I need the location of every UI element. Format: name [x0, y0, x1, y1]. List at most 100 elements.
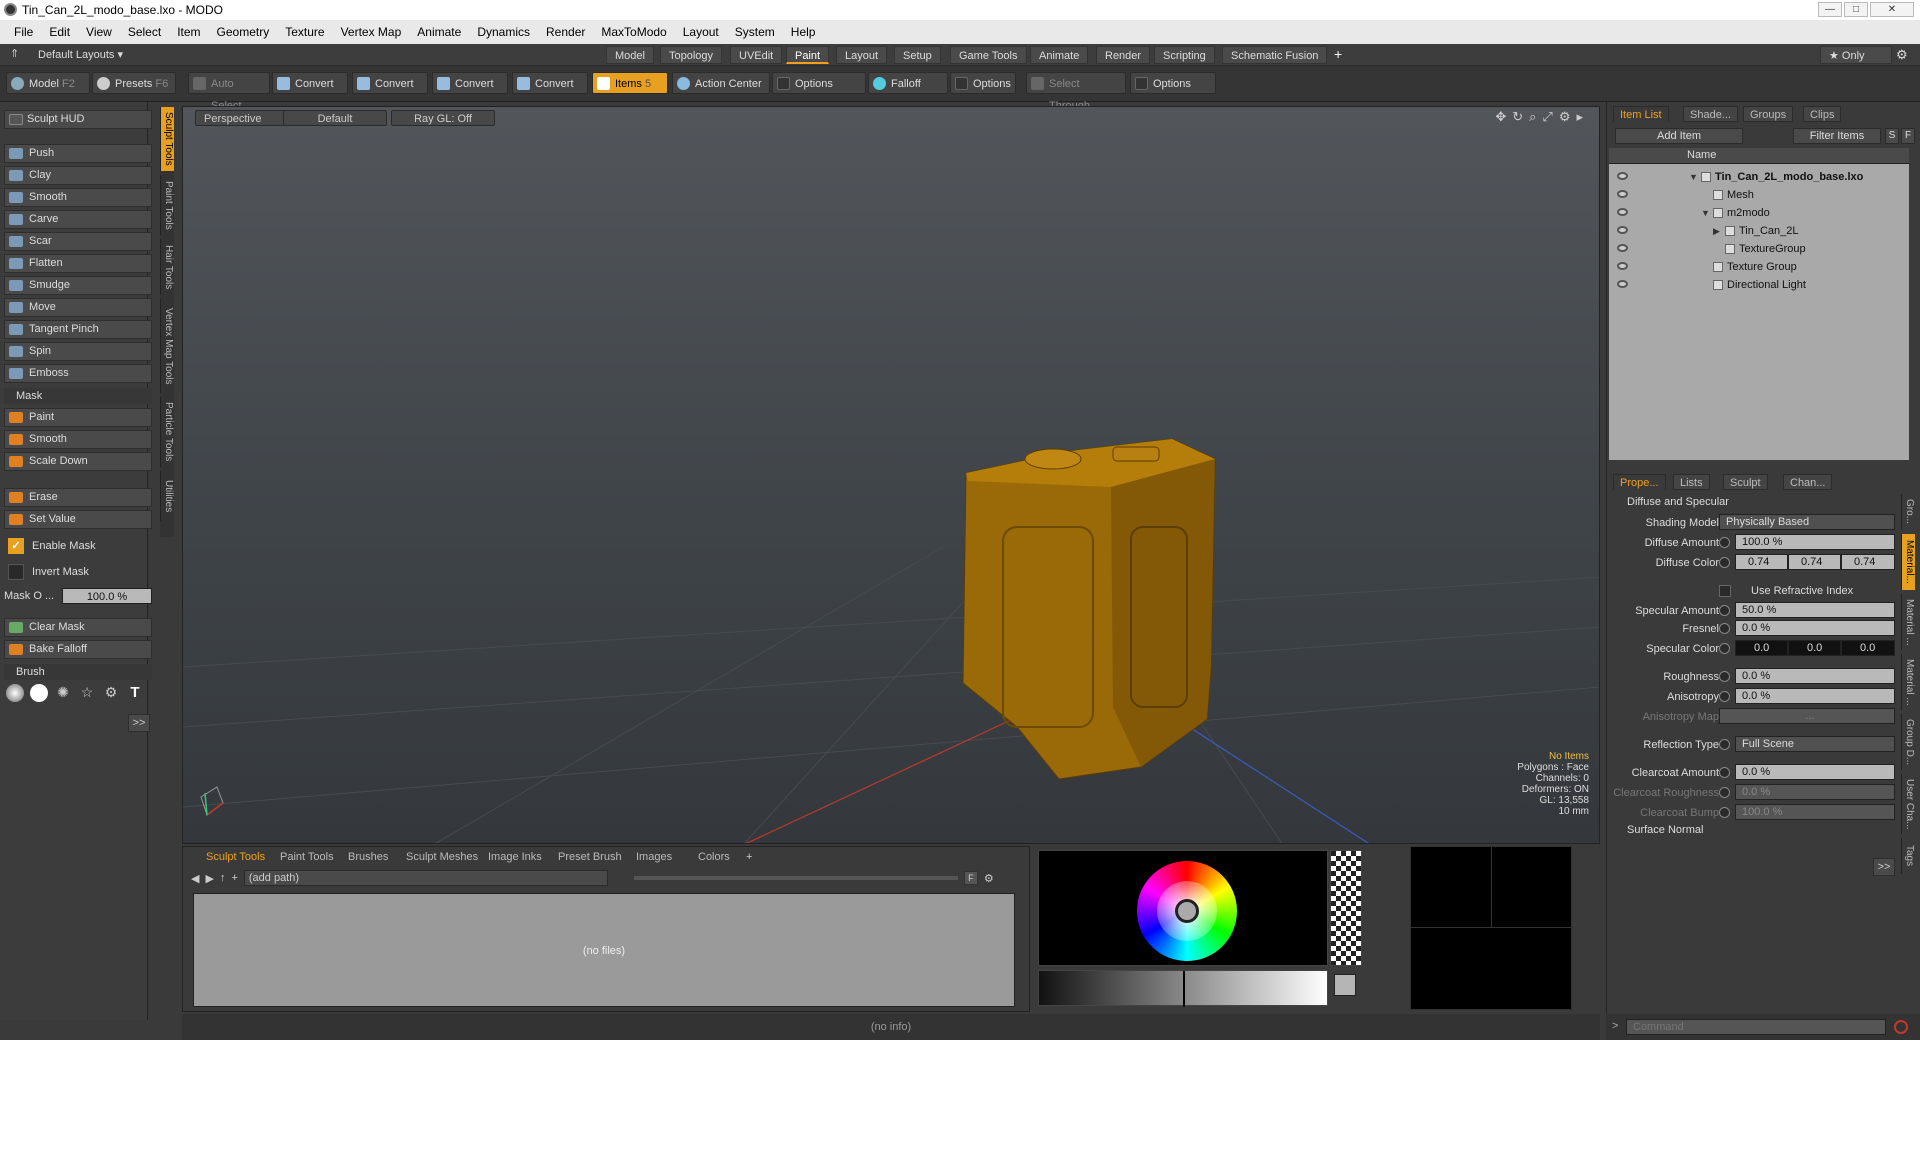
tool-spin[interactable]: Spin	[4, 342, 152, 361]
name-column-header[interactable]: Name	[1687, 149, 1716, 161]
specular-amount-field[interactable]: 50.0 %	[1735, 602, 1895, 618]
up-dir-icon[interactable]: ↑	[220, 872, 226, 884]
value-marker[interactable]	[1183, 971, 1185, 1007]
diffuse-specular-header[interactable]: Diffuse and Specular	[1627, 496, 1729, 508]
btab-brushes[interactable]: Brushes	[343, 849, 393, 865]
more-brushes-button[interactable]: >>	[128, 714, 150, 732]
side-tab-material-1[interactable]: Material...	[1901, 534, 1915, 590]
btab-add[interactable]: +	[741, 849, 757, 865]
text-brush-icon[interactable]: T	[126, 684, 144, 702]
color-wheel-area[interactable]	[1038, 850, 1328, 966]
visibility-eye-icon[interactable]	[1617, 280, 1628, 288]
forward-arrow-icon[interactable]: ▶	[205, 872, 213, 885]
default-layouts-dropdown[interactable]: Default Layouts ▾	[38, 48, 123, 61]
clearcoat-amount-field[interactable]: 0.0 %	[1735, 764, 1895, 780]
clearcoat-bump-field[interactable]: 100.0 %	[1735, 804, 1895, 820]
current-color-swatch[interactable]	[1334, 974, 1356, 996]
tab-uvedit[interactable]: UVEdit	[730, 46, 783, 64]
tab-render[interactable]: Render	[1096, 46, 1151, 64]
item-list-row[interactable]: TextureGroup	[1609, 240, 1909, 258]
tool-move[interactable]: Move	[4, 298, 152, 317]
bake-falloff-button[interactable]: Bake Falloff	[4, 640, 152, 659]
expand-arrow-icon[interactable]: ▼	[1701, 204, 1710, 222]
menu-help[interactable]: Help	[783, 25, 824, 39]
layout-up-icon[interactable]: ⇑	[10, 47, 19, 60]
menu-render[interactable]: Render	[538, 25, 593, 39]
tool-scar[interactable]: Scar	[4, 232, 152, 251]
filter-s-button[interactable]: S	[1885, 128, 1899, 144]
soft-brush-icon[interactable]	[6, 684, 24, 702]
specular-color-r[interactable]: 0.0	[1735, 640, 1788, 656]
color-picker-handle[interactable]	[1175, 899, 1199, 923]
tin-can-model[interactable]	[962, 438, 1216, 780]
back-arrow-icon[interactable]: ◀	[191, 872, 199, 885]
side-tab-user-channels[interactable]: User Cha...	[1901, 774, 1915, 834]
vtab-paint-tools[interactable]: Paint Tools	[160, 175, 174, 235]
visibility-eye-icon[interactable]	[1617, 262, 1628, 270]
vtab-utilities[interactable]: Utilities	[160, 471, 174, 521]
menu-dynamics[interactable]: Dynamics	[469, 25, 538, 39]
reflection-type-dropdown[interactable]: Full Scene	[1735, 736, 1895, 752]
diffuse-color-g[interactable]: 0.74	[1788, 554, 1841, 570]
presets-button[interactable]: Presets F6	[92, 72, 176, 94]
convert-button-2[interactable]: Convert	[352, 72, 428, 94]
specular-color-g[interactable]: 0.0	[1788, 640, 1841, 656]
hard-brush-icon[interactable]	[30, 684, 48, 702]
invert-mask-checkbox[interactable]	[8, 564, 24, 580]
procedural-brush-icon[interactable]: ⚙	[102, 684, 120, 702]
shading-model-dropdown[interactable]: Physically Based	[1719, 514, 1895, 530]
tab-paint[interactable]: Paint	[786, 46, 830, 64]
visibility-eye-icon[interactable]	[1617, 190, 1628, 198]
anisotropy-map-dropdown[interactable]: ...	[1719, 708, 1895, 724]
brush-section-header[interactable]: Brush	[4, 664, 152, 680]
add-path-icon[interactable]: +	[231, 872, 237, 884]
tab-schematic-fusion[interactable]: Schematic Fusion	[1222, 46, 1328, 64]
menu-texture[interactable]: Texture	[277, 25, 332, 39]
vtab-particle-tools[interactable]: Particle Tools	[160, 397, 174, 467]
menu-item[interactable]: Item	[169, 25, 208, 39]
visibility-eye-icon[interactable]	[1617, 226, 1628, 234]
menu-geometry[interactable]: Geometry	[209, 25, 278, 39]
btab-sculpt-tools[interactable]: Sculpt Tools	[201, 849, 270, 865]
only-toggle[interactable]: ★ Only	[1820, 46, 1892, 64]
tool-emboss[interactable]: Emboss	[4, 364, 152, 383]
clearcoat-roughness-field[interactable]: 0.0 %	[1735, 784, 1895, 800]
set-value-button[interactable]: Set Value	[4, 510, 152, 529]
menu-animate[interactable]: Animate	[409, 25, 469, 39]
side-tab-material-2[interactable]: Material ...	[1901, 594, 1915, 650]
star-brush-icon[interactable]: ☆	[78, 684, 96, 702]
visibility-eye-icon[interactable]	[1617, 172, 1628, 180]
side-tab-material-3[interactable]: Material ...	[1901, 654, 1915, 710]
tool-tangent-pinch[interactable]: Tangent Pinch	[4, 320, 152, 339]
tab-sculpt[interactable]: Sculpt	[1723, 474, 1768, 490]
filter-items-input[interactable]: Filter Items	[1793, 128, 1881, 144]
mask-section-header[interactable]: Mask	[4, 388, 152, 404]
menu-edit[interactable]: Edit	[41, 25, 78, 39]
options-button-1[interactable]: Options	[772, 72, 866, 94]
menu-system[interactable]: System	[727, 25, 783, 39]
tool-carve[interactable]: Carve	[4, 210, 152, 229]
vtab-hair-tools[interactable]: Hair Tools	[160, 239, 174, 295]
value-gradient-bar[interactable]	[1038, 970, 1328, 1007]
command-input[interactable]	[1626, 1019, 1886, 1035]
file-list-area[interactable]: (no files)	[193, 893, 1015, 1007]
model-mode-button[interactable]: Model F2	[6, 72, 90, 94]
menu-layout[interactable]: Layout	[675, 25, 727, 39]
convert-button-3[interactable]: Convert	[432, 72, 508, 94]
filter-f-button[interactable]: F	[963, 871, 978, 885]
options-button-3[interactable]: Options	[1130, 72, 1216, 94]
minimize-button[interactable]: —	[1818, 2, 1842, 17]
visibility-eye-icon[interactable]	[1617, 208, 1628, 216]
specular-color-b[interactable]: 0.0	[1841, 640, 1895, 656]
vtab-sculpt-tools[interactable]: Sculpt Tools	[160, 107, 174, 171]
tab-clips[interactable]: Clips	[1803, 106, 1842, 122]
options-button-2[interactable]: Options	[950, 72, 1016, 94]
anisotropy-field[interactable]: 0.0 %	[1735, 688, 1895, 704]
filter-f-button[interactable]: F	[1901, 128, 1915, 144]
surface-normal-header[interactable]: Surface Normal	[1627, 824, 1703, 836]
tool-push[interactable]: Push	[4, 144, 152, 163]
maximize-button[interactable]: □	[1844, 2, 1868, 17]
btab-images[interactable]: Images	[631, 849, 677, 865]
btab-preset-brush[interactable]: Preset Brush	[553, 849, 627, 865]
menu-select[interactable]: Select	[120, 25, 169, 39]
